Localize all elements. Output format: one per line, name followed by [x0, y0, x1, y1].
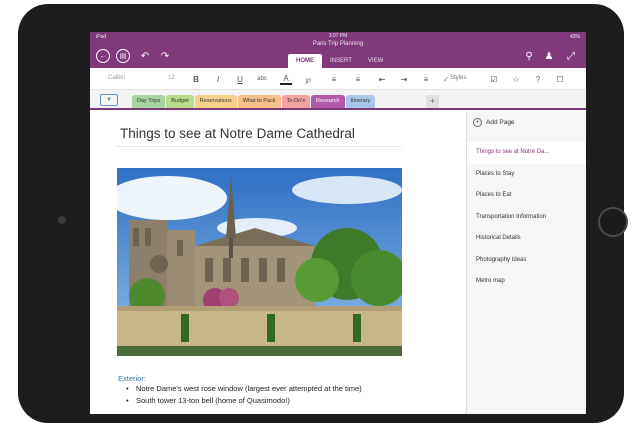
font-size-field[interactable]: 12 [168, 75, 175, 81]
tab-view[interactable]: VIEW [360, 54, 391, 68]
list-item-text[interactable]: Notre Dame's west rose window (largest e… [136, 384, 362, 393]
tag-icon[interactable]: ☐ [554, 73, 566, 85]
cathedral-photo[interactable] [117, 168, 402, 356]
tab-insert[interactable]: INSERT [322, 54, 360, 68]
question-icon[interactable]: ? [532, 73, 544, 85]
title-bar: iPad 3:07 PM 43% Paris Trip Planning ← ▤… [90, 32, 586, 68]
indent-icon[interactable]: ⇥ [398, 73, 410, 85]
page-list: Things to see at Notre Da... Places to S… [467, 142, 586, 293]
camera-icon [58, 216, 66, 224]
tab-home[interactable]: HOME [288, 54, 322, 68]
strikethrough-icon[interactable]: abc [256, 73, 268, 85]
section-tab-research[interactable]: Research [310, 95, 345, 108]
add-page-button[interactable]: + Add Page [473, 118, 515, 127]
list-item[interactable]: • Notre Dame's west rose window (largest … [126, 384, 362, 393]
page-item-notre-dame[interactable]: Things to see at Notre Da... [467, 142, 586, 164]
bullet-icon: • [126, 396, 129, 405]
plus-icon: + [473, 118, 482, 127]
ribbon-tabs: HOME INSERT VIEW [288, 54, 391, 68]
add-section-button[interactable]: + [426, 95, 439, 108]
home-button[interactable] [598, 207, 628, 237]
section-tab-bar: ▼ Day Trips Budget Reservations What to … [90, 90, 586, 110]
bold-icon[interactable]: B [190, 73, 202, 85]
title-divider [116, 146, 402, 147]
bullet-icon: • [126, 384, 129, 393]
redo-icon[interactable]: ↷ [158, 49, 172, 63]
undo-icon[interactable]: ↶ [138, 49, 152, 63]
styles-label[interactable]: Styles [450, 75, 466, 81]
page-item-transportation[interactable]: Transportation Information [467, 207, 586, 229]
formatting-toolbar: Calibri 12 B I U abc A ℘ ≡ ≡ ⇤ ⇥ ≡ ✓ Sty… [90, 68, 586, 90]
fullscreen-icon[interactable]: ⤢ [564, 49, 578, 63]
search-icon[interactable]: ⚲ [522, 49, 536, 63]
outdent-icon[interactable]: ⇤ [376, 73, 388, 85]
document-title: Paris Trip Planning [312, 41, 364, 47]
clear-format-icon[interactable]: ℘ [302, 73, 314, 85]
notebook-list-icon[interactable]: ▼ [100, 94, 118, 106]
section-tab-to-dos[interactable]: To-Do's [281, 95, 310, 108]
onenote-screen: iPad 3:07 PM 43% Paris Trip Planning ← ▤… [90, 32, 586, 414]
numbering-icon[interactable]: ≡ [352, 73, 364, 85]
align-icon[interactable]: ≡ [420, 73, 432, 85]
back-icon[interactable]: ← [96, 49, 110, 63]
page-canvas[interactable]: Things to see at Notre Dame Cathedral Ex… [90, 112, 466, 414]
checkbox-icon[interactable]: ☑ [488, 73, 500, 85]
exterior-heading[interactable]: Exterior: [118, 374, 146, 383]
underline-icon[interactable]: U [234, 73, 246, 85]
exterior-bullet-list: • Notre Dame's west rose window (largest … [126, 384, 362, 408]
list-item-text[interactable]: South tower 13-ton bell (home of Quasimo… [136, 396, 290, 405]
page-item-photography-ideas[interactable]: Photography Ideas [467, 250, 586, 272]
status-time: 3:07 PM [328, 33, 348, 39]
pages-pane: + Add Page Things to see at Notre Da... … [466, 112, 586, 414]
page-item-places-to-stay[interactable]: Places to Stay [467, 164, 586, 186]
notebooks-icon[interactable]: ▤ [116, 49, 130, 63]
share-icon[interactable]: ♟ [542, 49, 556, 63]
page-title[interactable]: Things to see at Notre Dame Cathedral [120, 126, 355, 141]
section-tab-reservations[interactable]: Reservations [194, 95, 237, 108]
italic-icon[interactable]: I [212, 73, 224, 85]
section-tab-budget[interactable]: Budget [166, 95, 194, 108]
bullets-icon[interactable]: ≡ [328, 73, 340, 85]
list-item[interactable]: • South tower 13-ton bell (home of Quasim… [126, 396, 362, 405]
ipad-device: iPad 3:07 PM 43% Paris Trip Planning ← ▤… [18, 4, 628, 423]
font-name-field[interactable]: Calibri [108, 75, 125, 81]
section-tab-day-trips[interactable]: Day Trips [132, 95, 166, 108]
font-color-icon[interactable]: A [280, 73, 292, 85]
page-item-metro-map[interactable]: Metro map [467, 271, 586, 293]
star-icon[interactable]: ☆ [510, 73, 522, 85]
page-item-places-to-eat[interactable]: Places to Eat [467, 185, 586, 207]
section-tab-what-to-pack[interactable]: What to Pack [237, 95, 281, 108]
section-tab-itinerary[interactable]: Itinerary [345, 95, 376, 108]
add-page-label: Add Page [486, 119, 515, 126]
section-tabs: Day Trips Budget Reservations What to Pa… [132, 95, 376, 108]
page-item-historical-details[interactable]: Historical Details [467, 228, 586, 250]
status-battery: 43% [569, 34, 580, 40]
